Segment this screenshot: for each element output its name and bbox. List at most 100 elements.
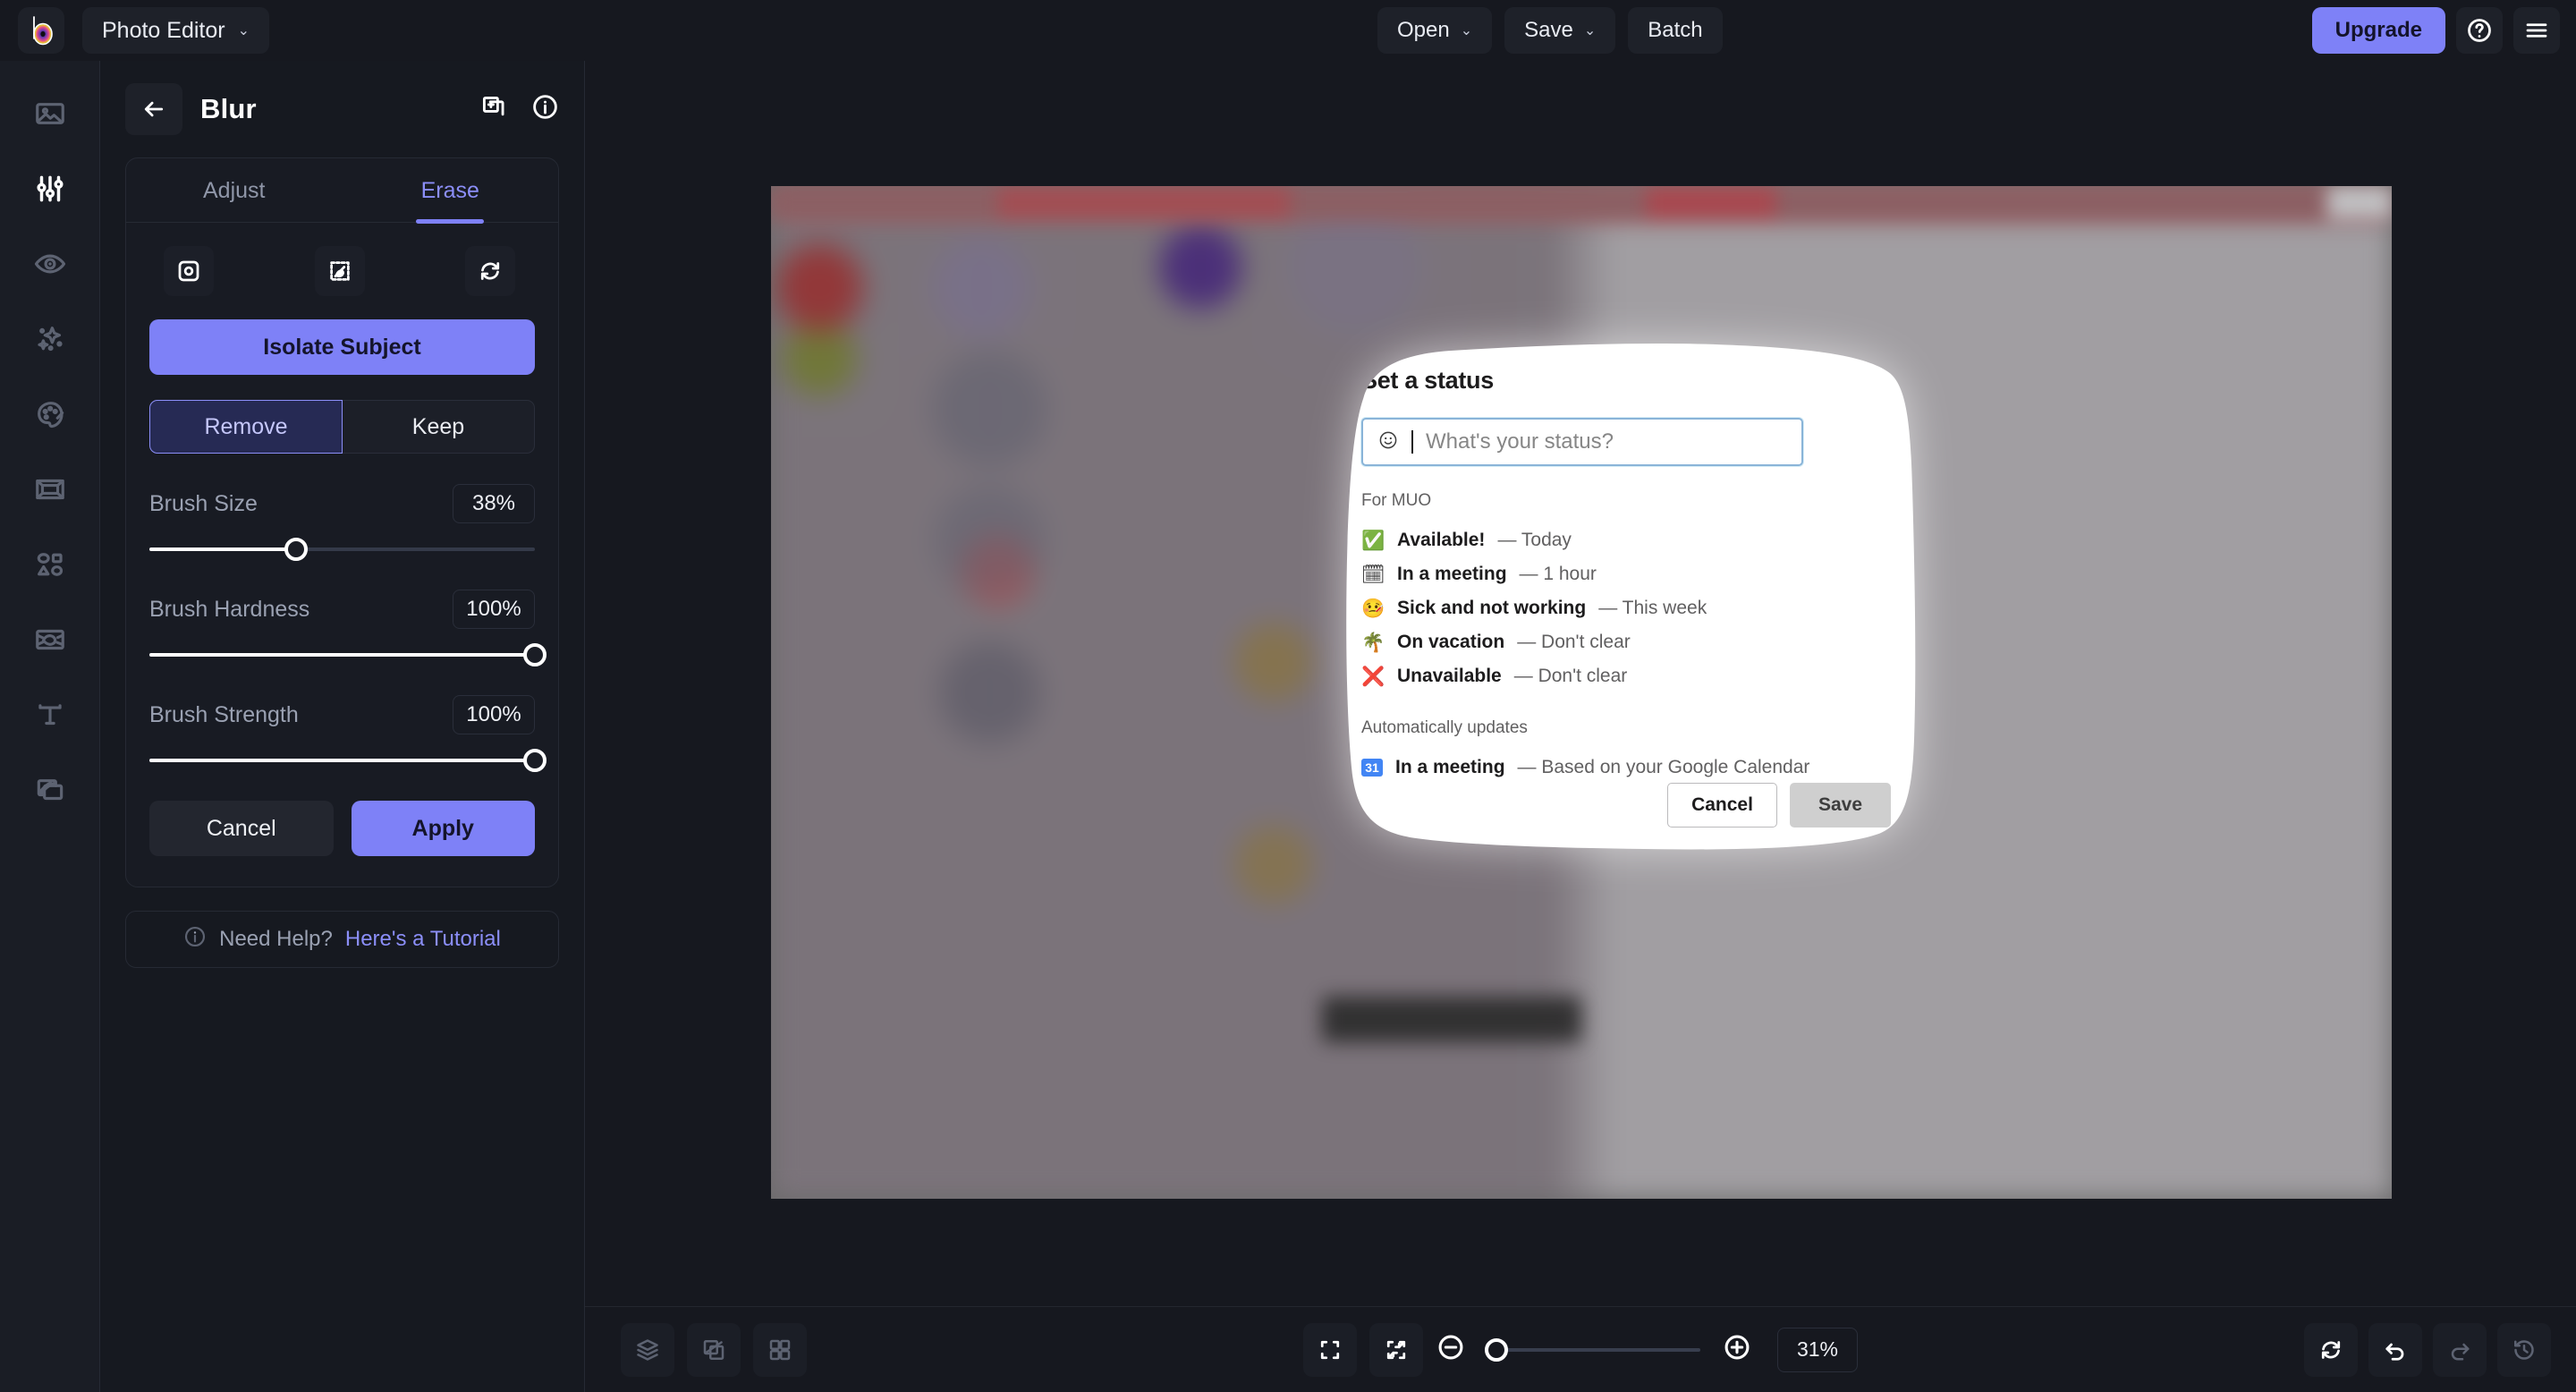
- slider-track: [1487, 1348, 1700, 1352]
- sidebar-item-adjust[interactable]: [25, 168, 75, 209]
- collapse-to-actual-icon[interactable]: [1369, 1323, 1423, 1377]
- google-calendar-emoji: 31: [1361, 759, 1383, 777]
- tab-erase[interactable]: Erase: [343, 158, 559, 222]
- dialog-cancel-button[interactable]: Cancel: [1667, 783, 1777, 828]
- photo-editor-app: Photo Editor ⌄ Open ⌄ Save ⌄ Batch Upgra…: [0, 0, 2576, 1392]
- brush-hardness-label: Brush Hardness: [149, 597, 309, 623]
- status-preset-list: ✅ Available! — Today 🗓 In a meeting — 1 …: [1361, 523, 1891, 693]
- status-duration: — Today: [1497, 530, 1572, 551]
- isolate-subject-button[interactable]: Isolate Subject: [149, 319, 535, 375]
- slider-knob[interactable]: [284, 538, 308, 561]
- sidebar-item-texture[interactable]: [25, 619, 75, 660]
- status-input[interactable]: What's your status?: [1361, 418, 1803, 466]
- tutorial-help-box[interactable]: Need Help? Here's a Tutorial: [125, 911, 559, 968]
- marquee-erase-icon[interactable]: [315, 246, 365, 296]
- status-label: Sick and not working: [1397, 598, 1586, 619]
- brush-hardness-value[interactable]: 100%: [453, 590, 535, 629]
- section-label-for-muo: For MUO: [1361, 491, 1891, 511]
- hamburger-menu-icon[interactable]: [2513, 7, 2560, 54]
- blurred-top-strip: [771, 186, 2392, 218]
- batch-button[interactable]: Batch: [1628, 7, 1722, 54]
- batch-label: Batch: [1648, 18, 1702, 43]
- brush-strength-label: Brush Strength: [149, 702, 299, 728]
- sidebar-item-overlay[interactable]: [25, 769, 75, 811]
- canvas-area[interactable]: Set a status What's your status? For MUO: [585, 61, 2576, 1306]
- byteplus-logo-icon[interactable]: [18, 7, 64, 54]
- dialog-save-button[interactable]: Save: [1790, 783, 1891, 828]
- set-status-dialog: Set a status What's your status? For MUO: [1331, 336, 1921, 851]
- info-circle-icon: [183, 925, 207, 955]
- sidebar-item-text[interactable]: [25, 694, 75, 735]
- sidebar-item-color[interactable]: [25, 394, 75, 435]
- select-subject-icon[interactable]: [164, 246, 214, 296]
- info-circle-icon[interactable]: [531, 93, 559, 125]
- sidebar-item-shapes[interactable]: [25, 544, 75, 585]
- slider-knob[interactable]: [523, 749, 547, 772]
- smiley-face-icon[interactable]: [1377, 429, 1399, 455]
- zoom-controls: 31%: [1303, 1323, 1858, 1377]
- list-item[interactable]: 31 In a meeting — Based on your Google C…: [1361, 751, 1891, 785]
- panel-actions: Cancel Apply: [149, 801, 535, 856]
- top-center-actions: Open ⌄ Save ⌄ Batch: [1377, 7, 1723, 54]
- list-item[interactable]: ✅ Available! — Today: [1361, 523, 1891, 557]
- zoom-slider[interactable]: [1487, 1338, 1700, 1362]
- zoom-level-value[interactable]: 31%: [1777, 1328, 1858, 1372]
- white-check-mark-emoji: ✅: [1361, 531, 1385, 550]
- upgrade-button[interactable]: Upgrade: [2312, 7, 2445, 54]
- layers-stack-icon[interactable]: [621, 1323, 674, 1377]
- panel-header-actions: [480, 93, 559, 125]
- mode-keep-button[interactable]: Keep: [343, 400, 535, 454]
- brush-strength-slider-group: Brush Strength 100%: [149, 695, 535, 772]
- panel-header: Blur: [125, 81, 559, 138]
- status-label: Available!: [1397, 530, 1485, 551]
- status-label: In a meeting: [1395, 757, 1505, 778]
- list-item[interactable]: 🤒 Sick and not working — This week: [1361, 591, 1891, 625]
- palm-tree-emoji: 🌴: [1361, 633, 1385, 652]
- tutorial-link[interactable]: Here's a Tutorial: [345, 927, 501, 952]
- sidebar-item-retouch[interactable]: [25, 243, 75, 284]
- brush-strength-slider[interactable]: [149, 749, 535, 772]
- list-item[interactable]: 🗓 In a meeting — 1 hour: [1361, 557, 1891, 591]
- slider-knob[interactable]: [1485, 1338, 1508, 1362]
- status-label: On vacation: [1397, 632, 1504, 653]
- top-right-actions: Upgrade: [2312, 7, 2560, 54]
- save-button[interactable]: Save ⌄: [1504, 7, 1615, 54]
- erased-reveal-region: Set a status What's your status? For MUO: [1331, 336, 1921, 851]
- zoom-in-icon[interactable]: [1722, 1332, 1752, 1367]
- erase-settings-body: Isolate Subject Remove Keep Brush Size 3…: [126, 223, 558, 887]
- app-switcher[interactable]: Photo Editor ⌄: [82, 7, 269, 54]
- open-button[interactable]: Open ⌄: [1377, 7, 1492, 54]
- spiral-calendar-emoji: 🗓: [1361, 565, 1385, 584]
- list-item[interactable]: ❌ Unavailable — Don't clear: [1361, 659, 1891, 693]
- apply-button[interactable]: Apply: [352, 801, 536, 856]
- history-icon[interactable]: [2497, 1323, 2551, 1377]
- grid-view-icon[interactable]: [753, 1323, 807, 1377]
- sidebar-item-image[interactable]: [25, 93, 75, 134]
- zoom-out-icon[interactable]: [1436, 1332, 1466, 1367]
- cancel-button[interactable]: Cancel: [149, 801, 334, 856]
- back-arrow-icon[interactable]: [125, 83, 182, 135]
- slider-knob[interactable]: [523, 643, 547, 666]
- duplicate-layer-icon[interactable]: [480, 93, 508, 125]
- reset-icon[interactable]: [2304, 1323, 2358, 1377]
- bottom-toolbar: 31%: [585, 1306, 2576, 1392]
- reset-mask-icon[interactable]: [465, 246, 515, 296]
- brush-size-slider[interactable]: [149, 538, 535, 561]
- fit-to-screen-icon[interactable]: [1303, 1323, 1357, 1377]
- erase-mode-toggle: Remove Keep: [149, 400, 535, 454]
- sidebar-item-frame[interactable]: [25, 469, 75, 510]
- mode-remove-button[interactable]: Remove: [149, 400, 343, 454]
- undo-icon[interactable]: [2368, 1323, 2422, 1377]
- top-toolbar: Photo Editor ⌄ Open ⌄ Save ⌄ Batch Upgra…: [0, 0, 2576, 61]
- tab-adjust[interactable]: Adjust: [126, 158, 343, 222]
- redo-icon[interactable]: [2433, 1323, 2487, 1377]
- sidebar-item-ai-effects[interactable]: [25, 318, 75, 360]
- photo-canvas[interactable]: Set a status What's your status? For MUO: [771, 186, 2392, 1199]
- panel-tabs: Adjust Erase: [126, 158, 558, 223]
- brush-strength-value[interactable]: 100%: [453, 695, 535, 734]
- brush-hardness-slider[interactable]: [149, 643, 535, 666]
- brush-size-value[interactable]: 38%: [453, 484, 535, 523]
- question-circle-icon[interactable]: [2456, 7, 2503, 54]
- compare-split-icon[interactable]: [687, 1323, 741, 1377]
- list-item[interactable]: 🌴 On vacation — Don't clear: [1361, 625, 1891, 659]
